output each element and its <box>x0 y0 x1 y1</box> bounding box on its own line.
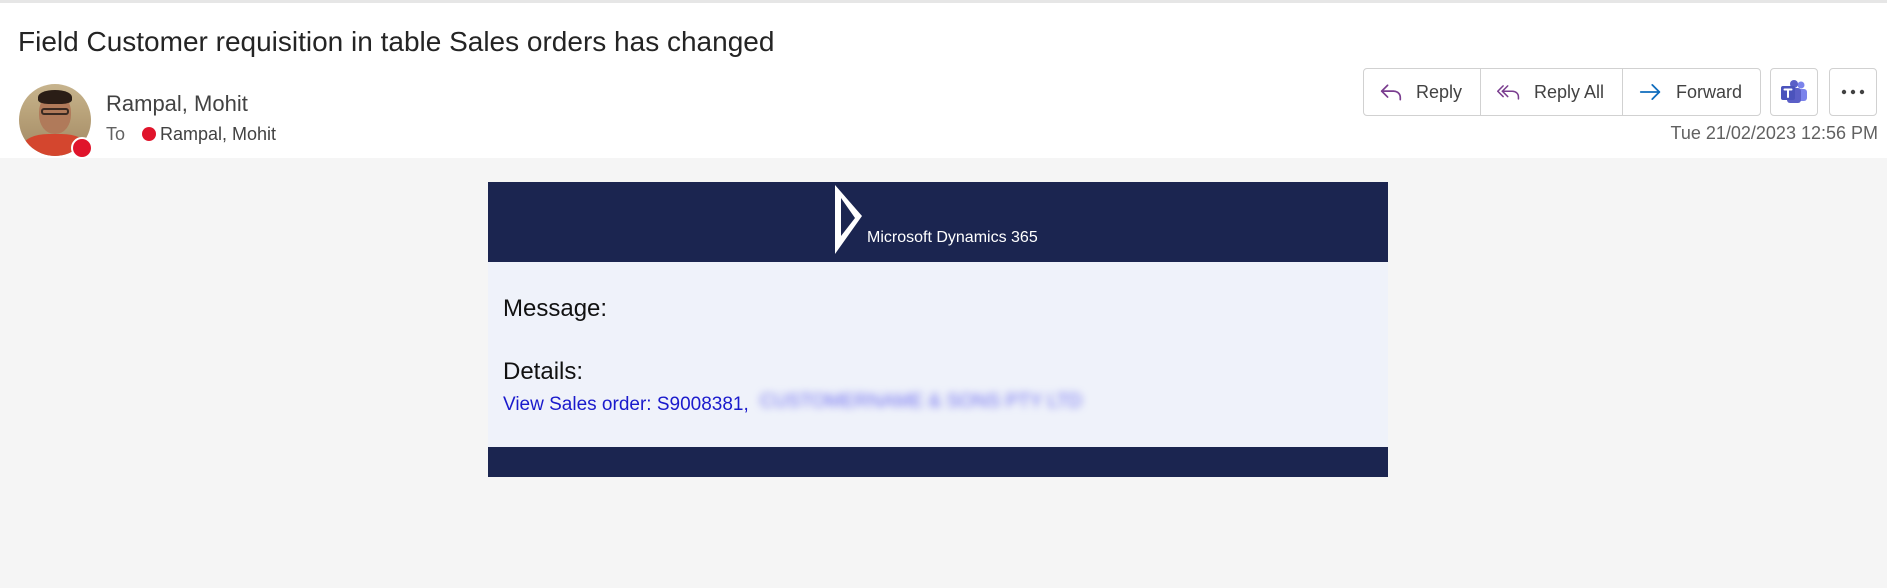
notification-body: Message: Details: View Sales order: S900… <box>488 262 1388 447</box>
recipient-name[interactable]: Rampal, Mohit <box>160 124 276 145</box>
sender-name[interactable]: Rampal, Mohit <box>106 91 248 117</box>
avatar-hair <box>38 90 72 104</box>
more-options-icon <box>1841 89 1865 95</box>
reply-all-button[interactable]: Reply All <box>1481 69 1623 115</box>
reply-all-icon <box>1497 85 1520 100</box>
reply-button[interactable]: Reply <box>1364 69 1481 115</box>
recipient-presence-busy-icon <box>142 127 156 141</box>
sender-presence-busy-icon <box>71 137 93 159</box>
more-options-button[interactable] <box>1829 68 1877 116</box>
teams-chat-button[interactable] <box>1770 68 1818 116</box>
reply-icon <box>1380 84 1402 101</box>
reply-all-label: Reply All <box>1533 81 1604 102</box>
avatar-glasses <box>41 108 69 115</box>
message-header: Field Customer requisition in table Sale… <box>0 0 1887 159</box>
reply-label: Reply <box>1415 81 1462 102</box>
dynamics-brand-text: Microsoft Dynamics 365 <box>867 229 1038 246</box>
forward-arrow-icon <box>1639 84 1661 100</box>
blurred-customer-name[interactable]: CUSTOMERNAME & SONS PTY LTD <box>760 391 1082 413</box>
sent-date: Tue 21/02/2023 12:56 PM <box>1670 123 1878 143</box>
view-sales-order-link[interactable]: View Sales order: S9008381, <box>503 394 749 416</box>
top-divider <box>0 0 1887 3</box>
to-label: To <box>106 124 126 144</box>
forward-label: Forward <box>1675 81 1742 102</box>
email-body-card: Microsoft Dynamics 365 Message: Details:… <box>488 182 1388 477</box>
teams-icon <box>1781 80 1807 103</box>
dynamics-banner: Microsoft Dynamics 365 <box>488 182 1388 262</box>
forward-button[interactable]: Forward <box>1623 69 1760 115</box>
message-label: Message: <box>503 295 608 322</box>
dynamics-365-logo-icon <box>835 185 862 254</box>
details-label: Details: <box>503 358 584 385</box>
reply-actions-group: Reply Reply All Forward <box>1363 68 1761 116</box>
email-subject: Field Customer requisition in table Sale… <box>18 26 775 57</box>
dynamics-footer-bar <box>488 447 1388 477</box>
